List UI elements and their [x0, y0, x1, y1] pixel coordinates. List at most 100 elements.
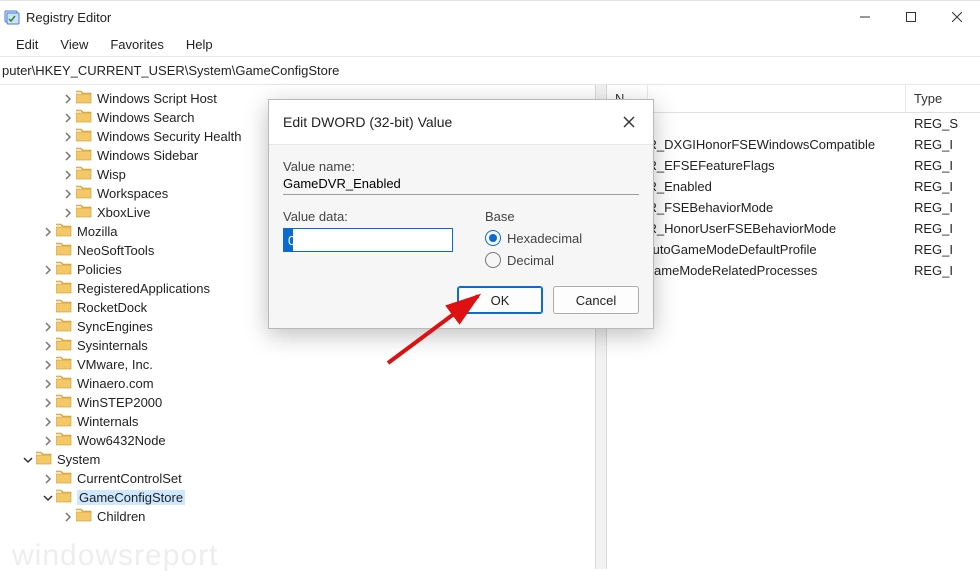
tree-item-label: Wow6432Node — [77, 433, 166, 448]
value-data-label: Value data: — [283, 209, 453, 224]
cell-type: REG_I — [906, 200, 980, 215]
tree-item-label: Mozilla — [77, 224, 117, 239]
radio-decimal[interactable]: Decimal — [485, 252, 582, 268]
tree-item-label: WinSTEP2000 — [77, 395, 162, 410]
folder-icon — [76, 166, 97, 183]
folder-icon — [56, 223, 77, 240]
expand-icon[interactable] — [40, 319, 56, 335]
menu-favorites[interactable]: Favorites — [100, 35, 173, 54]
folder-icon — [76, 185, 97, 202]
tree-item-label: Winaero.com — [77, 376, 154, 391]
expand-icon[interactable] — [60, 129, 76, 145]
cell-type: REG_I — [906, 242, 980, 257]
address-bar[interactable]: puter\HKEY_CURRENT_USER\System\GameConfi… — [0, 56, 980, 85]
expand-icon[interactable] — [40, 300, 56, 316]
folder-icon — [56, 356, 77, 373]
expand-icon[interactable] — [40, 262, 56, 278]
expand-icon[interactable] — [60, 205, 76, 221]
tree-item[interactable]: Winaero.com — [0, 374, 595, 393]
tree-item-label: Windows Security Health — [97, 129, 242, 144]
tree-item[interactable]: Winternals — [0, 412, 595, 431]
expand-icon[interactable] — [60, 110, 76, 126]
expand-icon[interactable] — [60, 509, 76, 525]
expand-icon[interactable] — [40, 395, 56, 411]
list-row[interactable]: n32_GameModeRelatedProcessesREG_I — [607, 260, 980, 281]
cell-type: REG_I — [906, 179, 980, 194]
tree-item-label: CurrentControlSet — [77, 471, 182, 486]
list-pane[interactable]: N Type fault)REG_SneDVR_DXGIHonorFSEWind… — [607, 85, 980, 569]
menu-edit[interactable]: Edit — [6, 35, 48, 54]
value-data-input[interactable] — [283, 228, 453, 252]
menubar: Edit View Favorites Help — [0, 33, 980, 56]
list-row[interactable]: neDVR_EFSEFeatureFlagsREG_I — [607, 155, 980, 176]
regedit-icon — [4, 9, 20, 25]
minimize-button[interactable] — [842, 1, 888, 33]
cell-type: REG_I — [906, 221, 980, 236]
list-row[interactable]: neDVR_FSEBehaviorModeREG_I — [607, 197, 980, 218]
value-name-field[interactable] — [283, 174, 639, 195]
cell-type: REG_I — [906, 158, 980, 173]
maximize-button[interactable] — [888, 1, 934, 33]
ok-button[interactable]: OK — [457, 286, 543, 314]
tree-item[interactable]: Sysinternals — [0, 336, 595, 355]
tree-item[interactable]: Children — [0, 507, 595, 526]
tree-item-label: Windows Script Host — [97, 91, 217, 106]
expand-icon[interactable] — [40, 338, 56, 354]
expand-icon[interactable] — [20, 452, 36, 468]
titlebar: Registry Editor — [0, 1, 980, 33]
cancel-button[interactable]: Cancel — [553, 286, 639, 314]
dialog-close-button[interactable] — [617, 110, 641, 134]
tree-item[interactable]: GameConfigStore — [0, 488, 595, 507]
expand-icon[interactable] — [60, 148, 76, 164]
tree-item-label: RegisteredApplications — [77, 281, 210, 296]
radio-hexadecimal[interactable]: Hexadecimal — [485, 230, 582, 246]
folder-icon — [56, 432, 77, 449]
expand-icon[interactable] — [40, 433, 56, 449]
dialog-title: Edit DWORD (32-bit) Value — [283, 114, 452, 130]
menu-help[interactable]: Help — [176, 35, 223, 54]
list-row[interactable]: neDVR_DXGIHonorFSEWindowsCompatibleREG_I — [607, 134, 980, 155]
tree-item-label: VMware, Inc. — [77, 357, 153, 372]
folder-icon — [56, 242, 77, 259]
list-row[interactable]: neDVR_HonorUserFSEBehaviorModeREG_I — [607, 218, 980, 239]
list-row[interactable]: n32_AutoGameModeDefaultProfileREG_I — [607, 239, 980, 260]
edit-dword-dialog: Edit DWORD (32-bit) Value Value name: Va… — [268, 99, 654, 329]
folder-icon — [56, 299, 77, 316]
expand-icon[interactable] — [60, 186, 76, 202]
expand-icon[interactable] — [60, 167, 76, 183]
cell-type: REG_S — [906, 116, 980, 131]
list-row[interactable]: neDVR_EnabledREG_I — [607, 176, 980, 197]
tree-item-label: NeoSoftTools — [77, 243, 154, 258]
tree-item[interactable]: System — [0, 450, 595, 469]
expand-icon[interactable] — [40, 281, 56, 297]
expand-icon[interactable] — [40, 243, 56, 259]
folder-icon — [56, 394, 77, 411]
watermark: windowsreport — [12, 539, 218, 571]
tree-item-label: Workspaces — [97, 186, 168, 201]
tree-item[interactable]: Wow6432Node — [0, 431, 595, 450]
tree-item-label: Windows Search — [97, 110, 195, 125]
expand-icon[interactable] — [40, 376, 56, 392]
folder-icon — [76, 508, 97, 525]
close-button[interactable] — [934, 1, 980, 33]
expand-icon[interactable] — [40, 414, 56, 430]
tree-item-label: XboxLive — [97, 205, 150, 220]
expand-icon[interactable] — [40, 357, 56, 373]
folder-icon — [56, 413, 77, 430]
list-header-type[interactable]: Type — [906, 85, 980, 112]
folder-icon — [56, 261, 77, 278]
tree-item[interactable]: CurrentControlSet — [0, 469, 595, 488]
tree-item[interactable]: WinSTEP2000 — [0, 393, 595, 412]
list-row[interactable]: fault)REG_S — [607, 113, 980, 134]
tree-item-label: Windows Sidebar — [97, 148, 198, 163]
tree-item-label: SyncEngines — [77, 319, 153, 334]
expand-icon[interactable] — [40, 471, 56, 487]
tree-item-label: GameConfigStore — [77, 490, 185, 505]
expand-icon[interactable] — [40, 490, 56, 506]
cell-type: REG_I — [906, 263, 980, 278]
tree-item-label: Winternals — [77, 414, 138, 429]
tree-item[interactable]: VMware, Inc. — [0, 355, 595, 374]
expand-icon[interactable] — [60, 91, 76, 107]
expand-icon[interactable] — [40, 224, 56, 240]
menu-view[interactable]: View — [50, 35, 98, 54]
